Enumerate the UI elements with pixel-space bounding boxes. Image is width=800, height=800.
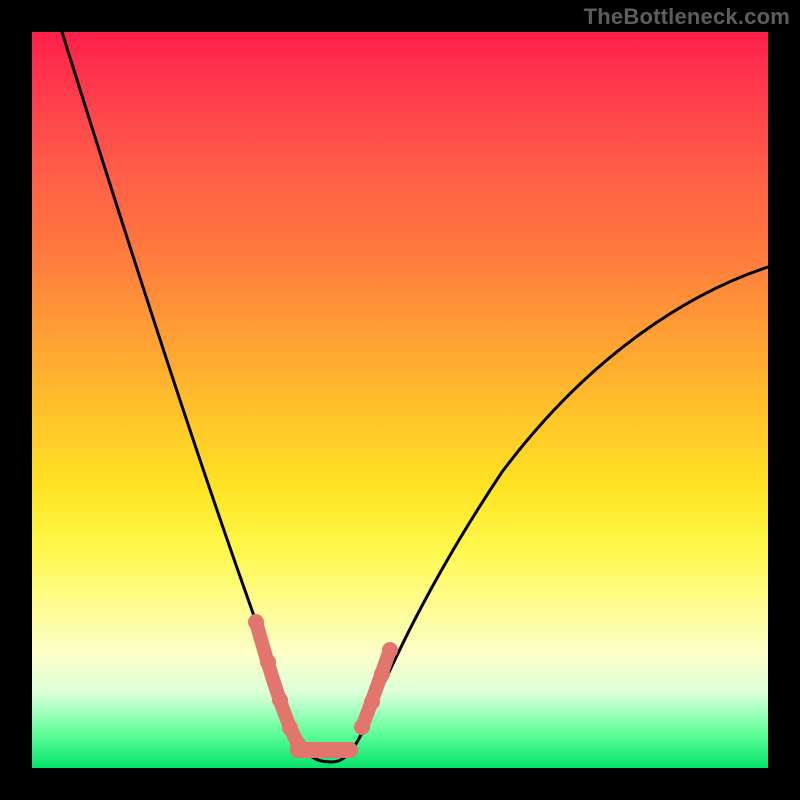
highlight-dot [282,720,298,736]
curve-layer [32,32,768,768]
highlight-dot [248,614,264,630]
highlight-dot [364,694,380,710]
curve-left-branch [62,32,332,762]
highlight-dot [272,692,288,708]
highlight-dot [382,642,398,658]
chart-frame: TheBottleneck.com [0,0,800,800]
highlight-dot [354,719,370,735]
highlight-dot [374,666,390,682]
highlight-right-ascent [362,650,390,727]
highlight-dot [260,654,276,670]
watermark-text: TheBottleneck.com [584,4,790,30]
curve-right-branch [332,267,768,762]
